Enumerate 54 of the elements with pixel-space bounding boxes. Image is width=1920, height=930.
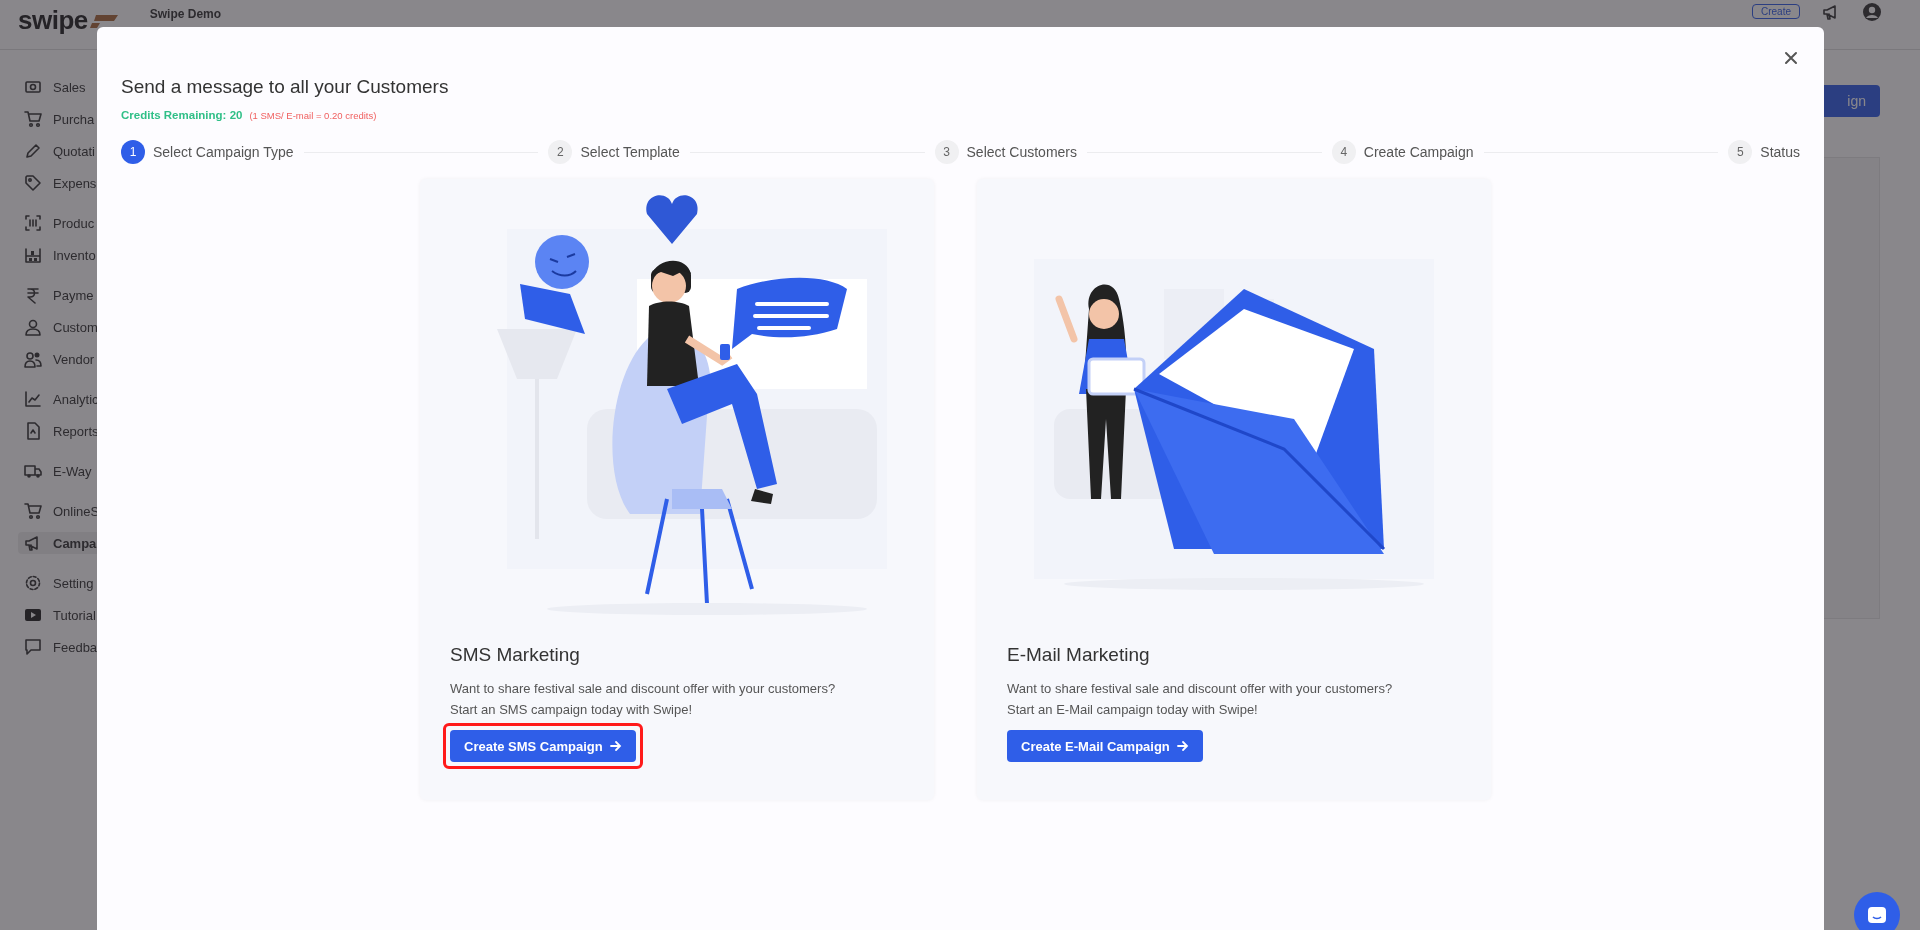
cart-icon — [24, 110, 42, 128]
stepper-step[interactable]: 2 Select Template — [548, 140, 680, 164]
pencil-icon — [24, 142, 42, 160]
sidebar-item[interactable]: Analytic — [18, 388, 140, 410]
create-campaign-button[interactable]: Create SMS Campaign — [450, 730, 636, 762]
rupee-icon — [24, 286, 42, 304]
settings-icon — [24, 574, 42, 592]
stepper-step[interactable]: 4 Create Campaign — [1331, 140, 1474, 164]
stepper-step[interactable]: 3 Select Customers — [934, 140, 1077, 164]
truck-icon — [24, 462, 42, 480]
card-description: Start an E-Mail campaign today with Swipe! — [1007, 701, 1259, 719]
stepper-step[interactable]: 1 Select Campaign Type — [121, 140, 294, 164]
sidebar-item[interactable]: E-Way — [18, 460, 140, 482]
chat-bubble-icon — [1867, 906, 1887, 924]
sidebar-item[interactable]: Invento — [18, 244, 140, 266]
cart-icon — [24, 502, 42, 520]
card-description: Want to share festival sale and discount offer with your customers? — [450, 680, 837, 698]
card-description: Start an SMS campaign today with Swipe! — [450, 701, 694, 719]
arrow-right-icon — [1176, 740, 1189, 752]
dialog-title: Send a message to all your Customers — [121, 75, 450, 99]
barcode-icon — [24, 214, 42, 232]
logo[interactable]: swipe — [18, 5, 88, 36]
sidebar-item[interactable]: Tutorial — [18, 604, 140, 626]
card-title: SMS Marketing — [450, 644, 581, 666]
arrow-right-icon — [609, 740, 622, 752]
cash-icon — [24, 78, 42, 96]
tag-icon — [24, 174, 42, 192]
credits-remaining: Credits Remaining: 20 — [121, 109, 243, 121]
document-icon — [24, 422, 42, 440]
sidebar-item[interactable]: Feedba — [18, 636, 140, 658]
sidebar-item[interactable]: Vendor — [18, 348, 140, 370]
profile-icon — [1862, 1, 1882, 22]
create-campaign-button[interactable]: Create E-Mail Campaign — [1007, 730, 1203, 762]
card-description: Want to share festival sale and discount offer with your customers? — [1007, 680, 1394, 698]
sidebar-item[interactable]: Payme — [18, 284, 140, 306]
sidebar-item[interactable]: Produc — [18, 212, 140, 234]
sidebar-item[interactable]: OnlineS — [18, 500, 140, 522]
sidebar-item[interactable]: Setting — [18, 572, 140, 594]
sidebar-item[interactable]: Expens — [18, 172, 140, 194]
people-icon — [24, 350, 42, 368]
sidebar-item[interactable]: Custom — [18, 316, 140, 338]
person-icon — [24, 318, 42, 336]
chat-button[interactable] — [1854, 892, 1900, 930]
company-name: Swipe Demo — [149, 6, 222, 21]
card-title: E-Mail Marketing — [1007, 644, 1151, 666]
sidebar-item[interactable]: Reports — [18, 420, 140, 442]
video-icon — [24, 606, 42, 624]
logo-mark-icon — [89, 12, 120, 29]
shelf-icon — [24, 246, 42, 264]
chat-icon — [24, 638, 42, 656]
line-chart-icon — [24, 390, 42, 408]
create-button[interactable]: Create — [1752, 4, 1800, 19]
credits-note: (1 SMS/ E-mail = 0.20 credits) — [249, 110, 377, 121]
stepper-step[interactable]: 5 Status — [1728, 140, 1800, 164]
